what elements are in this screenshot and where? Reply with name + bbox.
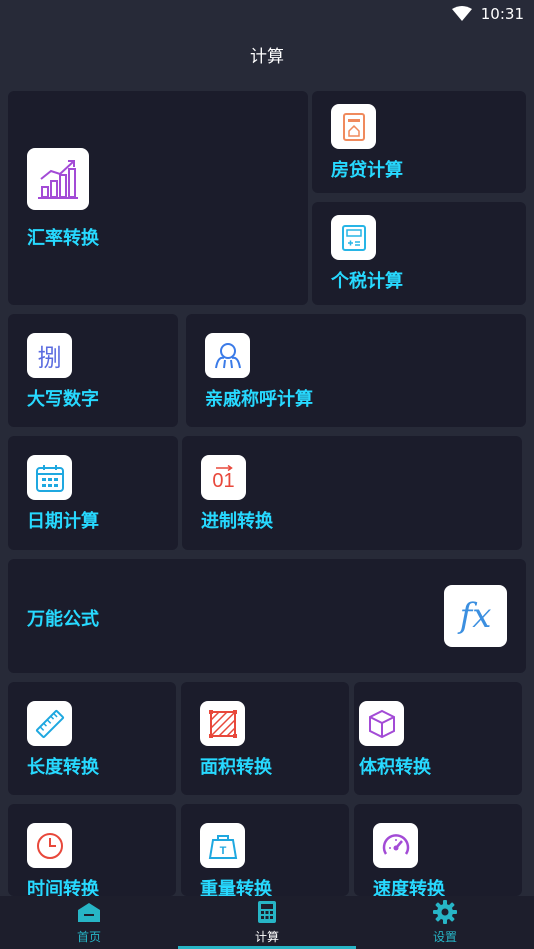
card-uppercase[interactable]: 捌 大写数字 — [8, 314, 178, 427]
nav-label: 首页 — [76, 930, 101, 944]
card-label: 汇率转换 — [27, 228, 99, 249]
card-tax[interactable]: 个税计算 — [312, 202, 526, 305]
card-volume[interactable]: 体积转换 — [354, 682, 522, 795]
nav-item-settings[interactable]: 设置 — [356, 896, 534, 949]
nav-item-home[interactable]: 首页 — [0, 896, 178, 949]
speedometer-icon — [373, 823, 418, 868]
card-label: 长度转换 — [27, 757, 99, 778]
card-label: 日期计算 — [27, 511, 99, 532]
uppercase-glyph: 捌 — [37, 344, 62, 372]
card-label: 体积转换 — [359, 757, 431, 778]
card-label: 面积转换 — [200, 757, 272, 778]
page-title: 计算 — [250, 47, 284, 67]
card-speed[interactable]: 速度转换 — [354, 804, 522, 900]
card-length[interactable]: 长度转换 — [8, 682, 176, 795]
card-label: 房贷计算 — [331, 160, 403, 181]
card-time[interactable]: 时间转换 — [8, 804, 176, 900]
house-icon — [331, 104, 376, 149]
status-time: 10:31 — [480, 5, 524, 23]
weight-icon: T — [200, 823, 245, 868]
area-icon — [200, 701, 245, 746]
card-label: 万能公式 — [27, 609, 99, 630]
card-mortgage[interactable]: 房贷计算 — [312, 91, 526, 193]
nav-label: 设置 — [432, 930, 457, 944]
nav-label: 计算 — [254, 930, 279, 944]
nav-item-calc[interactable]: 计算 — [178, 896, 356, 949]
calculator-icon — [331, 215, 376, 260]
cube-icon — [359, 701, 404, 746]
fx-icon: fx — [444, 585, 507, 647]
card-weight[interactable]: T 重量转换 — [181, 804, 349, 900]
calculator-icon — [258, 901, 276, 923]
card-label: 个税计算 — [331, 271, 403, 292]
card-label: 进制转换 — [201, 511, 273, 532]
wifi-icon — [452, 6, 472, 21]
card-exchange[interactable]: 汇率转换 — [8, 91, 308, 305]
uppercase-char-icon: 捌 — [27, 333, 72, 378]
binary-glyph: 01 — [212, 469, 235, 492]
card-date[interactable]: 日期计算 — [8, 436, 178, 550]
card-radix[interactable]: 01 进制转换 — [182, 436, 522, 550]
bottom-nav: 首页 计算 设置 — [0, 896, 534, 949]
gear-icon — [433, 900, 457, 924]
card-label: 大写数字 — [27, 389, 99, 410]
fx-glyph: fx — [459, 596, 492, 636]
bar-chart-icon — [27, 148, 89, 210]
binary-icon: 01 — [201, 455, 246, 500]
card-relatives[interactable]: 亲戚称呼计算 — [186, 314, 526, 427]
card-formula[interactable]: 万能公式 fx — [8, 559, 526, 673]
status-bar: 10:31 — [0, 0, 534, 30]
calendar-icon — [27, 455, 72, 500]
clock-icon — [27, 823, 72, 868]
weight-glyph: T — [219, 845, 226, 857]
card-label: 亲戚称呼计算 — [205, 389, 313, 410]
home-icon — [78, 903, 100, 922]
people-icon — [205, 333, 250, 378]
card-area[interactable]: 面积转换 — [181, 682, 349, 795]
ruler-icon — [27, 701, 72, 746]
